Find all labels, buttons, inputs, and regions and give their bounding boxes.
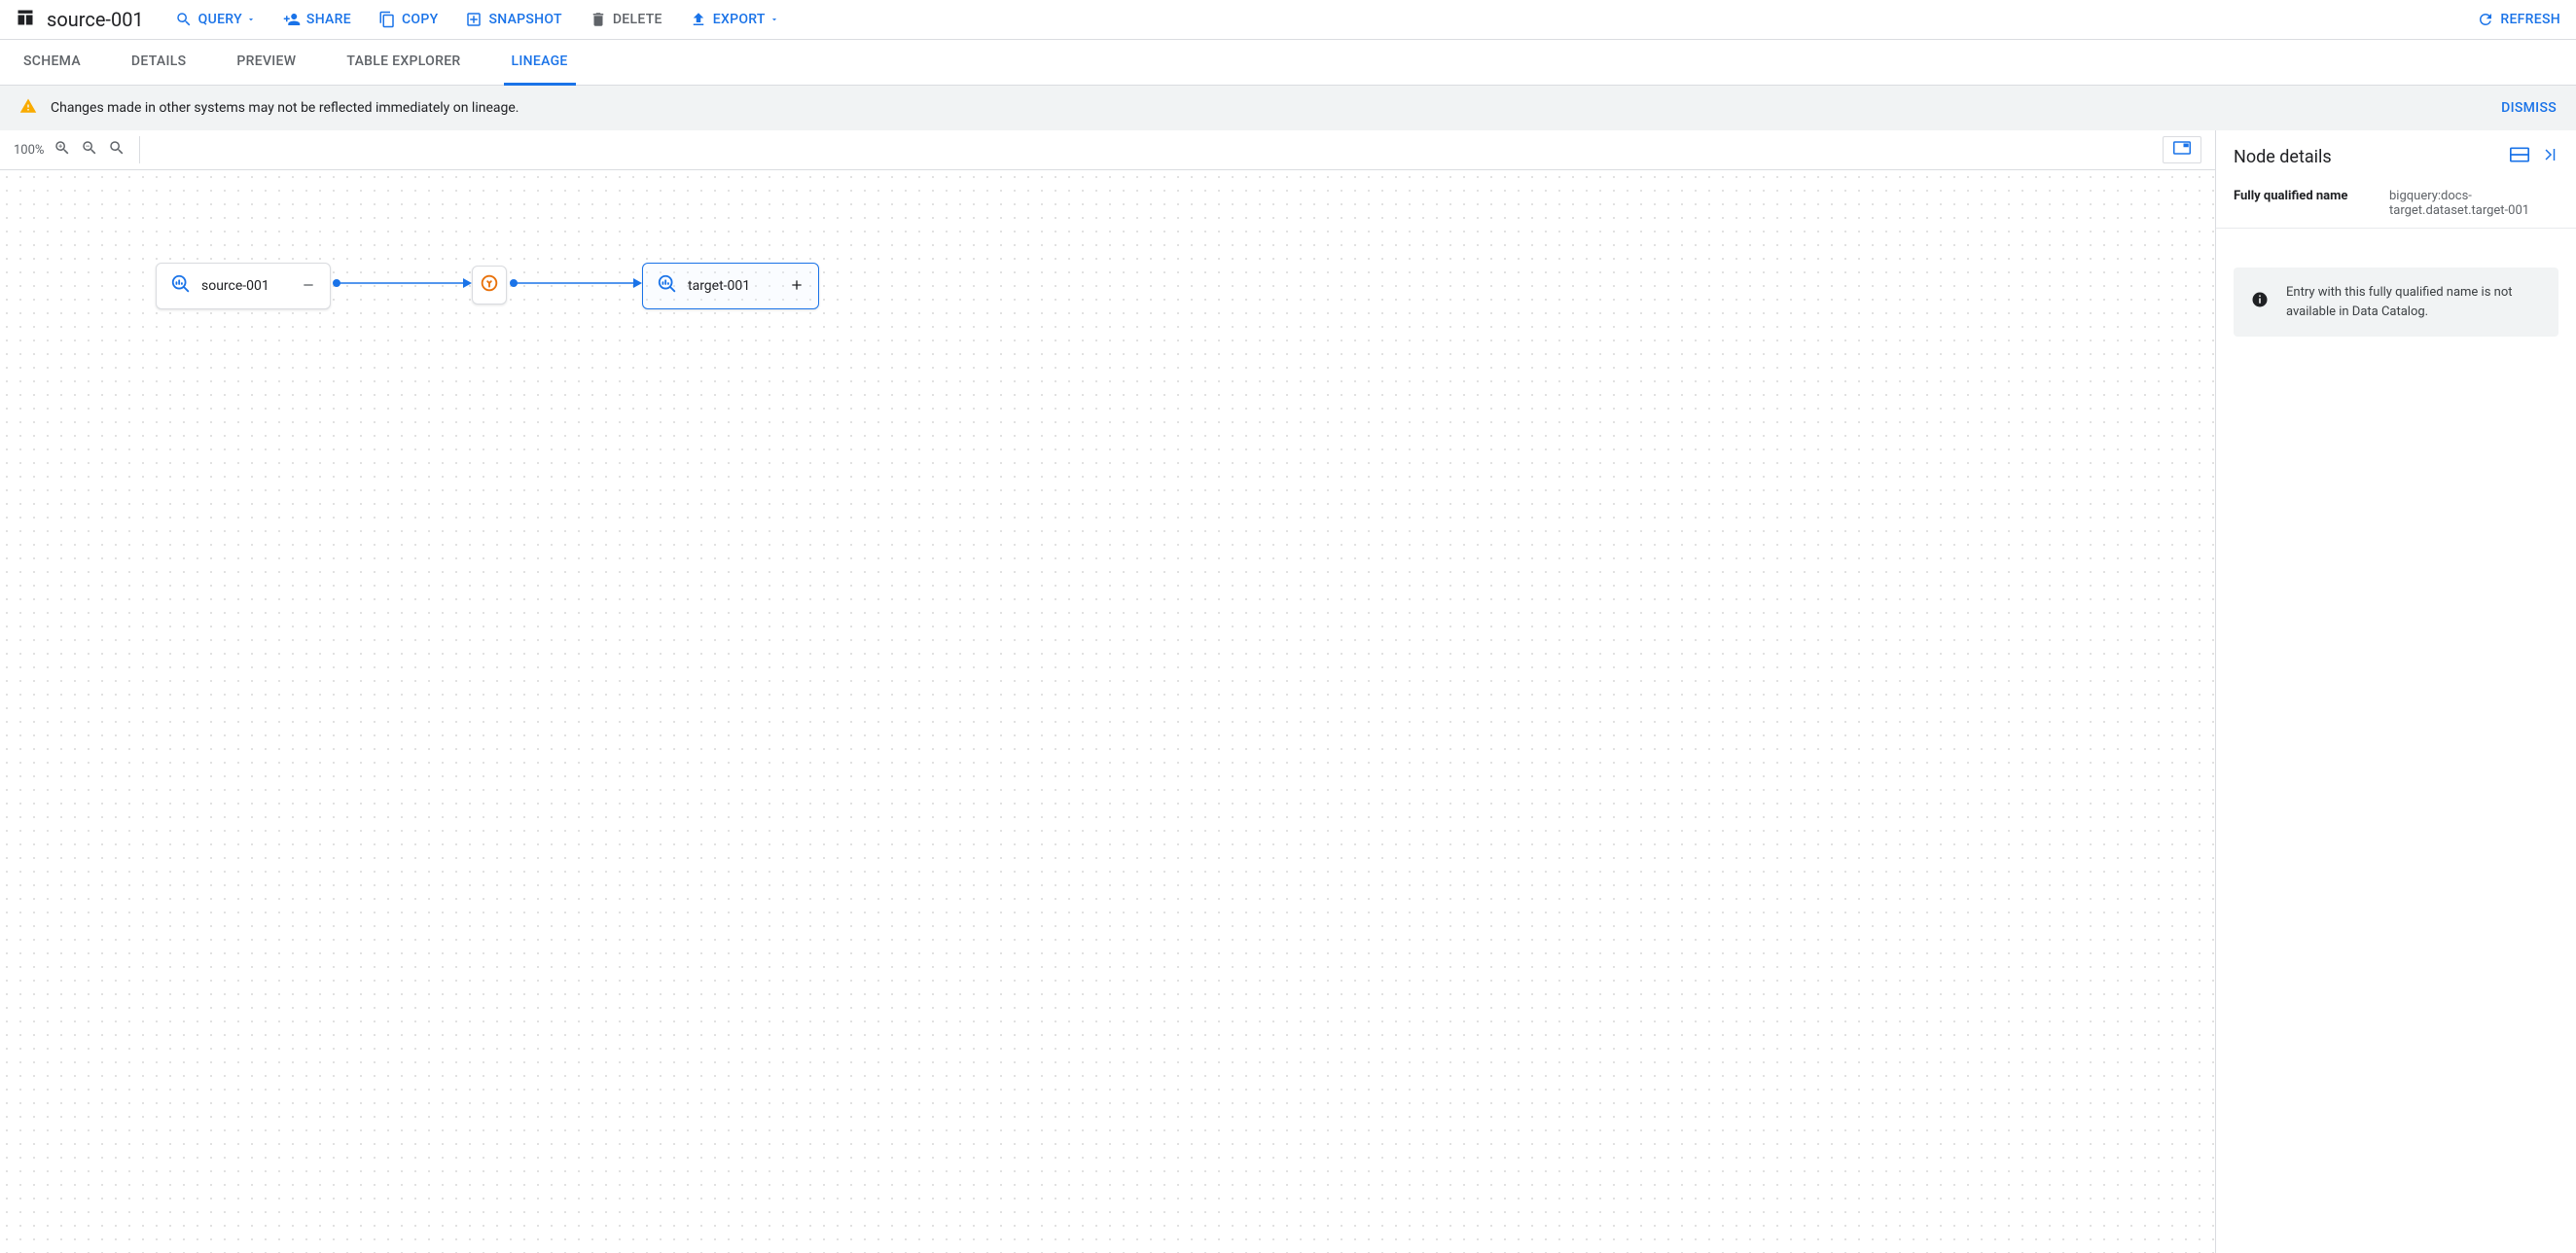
lineage-canvas[interactable]: source-001 target-001 [0, 170, 2215, 1253]
refresh-icon [2477, 11, 2494, 28]
bigquery-icon [657, 273, 678, 299]
tab-details[interactable]: DETAILS [124, 40, 194, 86]
snapshot-button[interactable]: SNAPSHOT [465, 11, 561, 28]
collapse-icon[interactable] [301, 274, 316, 298]
details-title: Node details [2234, 147, 2498, 167]
info-banner: Changes made in other systems may not be… [0, 86, 2576, 130]
zoom-out-icon[interactable] [81, 139, 98, 161]
dismiss-button[interactable]: DISMISS [2501, 100, 2557, 116]
zoom-level: 100% [14, 143, 44, 158]
copy-icon [378, 11, 396, 28]
tab-table-explorer[interactable]: TABLE EXPLORER [339, 40, 468, 86]
chevron-down-icon [246, 15, 256, 24]
tabs-bar: SCHEMA DETAILS PREVIEW TABLE EXPLORER LI… [0, 40, 2576, 86]
search-icon [175, 11, 193, 28]
node-label: target-001 [688, 278, 779, 294]
tab-preview[interactable]: PREVIEW [229, 40, 304, 86]
expand-icon[interactable] [789, 274, 805, 298]
share-button[interactable]: SHARE [283, 11, 351, 28]
banner-text: Changes made in other systems may not be… [51, 100, 519, 116]
trash-icon [590, 11, 607, 28]
fullscreen-button[interactable] [2163, 136, 2201, 163]
chevron-down-icon [769, 15, 779, 24]
copy-button[interactable]: COPY [378, 11, 438, 28]
snapshot-icon [465, 11, 483, 28]
refresh-button[interactable]: REFRESH [2477, 11, 2560, 28]
lineage-node-source[interactable]: source-001 [156, 263, 331, 309]
table-icon [16, 8, 35, 31]
info-icon [2251, 283, 2269, 312]
process-icon [479, 272, 500, 298]
page-header: source-001 QUERY SHARE COPY SNAPSHOT [0, 0, 2576, 40]
lineage-node-process[interactable] [472, 266, 507, 304]
person-add-icon [283, 11, 301, 28]
page-title: source-001 [47, 8, 144, 31]
node-label: source-001 [201, 278, 291, 294]
edge-dot [333, 279, 340, 287]
zoom-in-icon[interactable] [54, 139, 71, 161]
edge-dot [510, 279, 518, 287]
detail-row-fqn: Fully qualified name bigquery:docs-targe… [2216, 179, 2576, 229]
detail-value: bigquery:docs-target.dataset.target-001 [2389, 189, 2558, 218]
tab-lineage[interactable]: LINEAGE [504, 40, 576, 86]
warning-icon [19, 97, 37, 119]
arrowhead-icon [463, 278, 472, 288]
info-box: Entry with this fully qualified name is … [2234, 268, 2558, 337]
toolbar-divider [139, 136, 140, 163]
bigquery-icon [170, 273, 192, 299]
panel-layout-icon[interactable] [2510, 147, 2529, 166]
canvas-toolbar: 100% [0, 130, 2215, 170]
upload-icon [690, 11, 707, 28]
node-details-panel: Node details Fully qualified name bigque… [2216, 130, 2576, 1253]
export-button[interactable]: EXPORT [690, 11, 779, 28]
collapse-panel-icon[interactable] [2541, 146, 2558, 167]
lineage-node-target[interactable]: target-001 [642, 263, 819, 309]
detail-label: Fully qualified name [2234, 189, 2370, 203]
zoom-reset-icon[interactable] [108, 139, 125, 161]
info-text: Entry with this fully qualified name is … [2286, 283, 2541, 321]
query-button[interactable]: QUERY [175, 11, 256, 28]
delete-button[interactable]: DELETE [590, 11, 662, 28]
tab-schema[interactable]: SCHEMA [16, 40, 89, 86]
arrowhead-icon [633, 278, 642, 288]
